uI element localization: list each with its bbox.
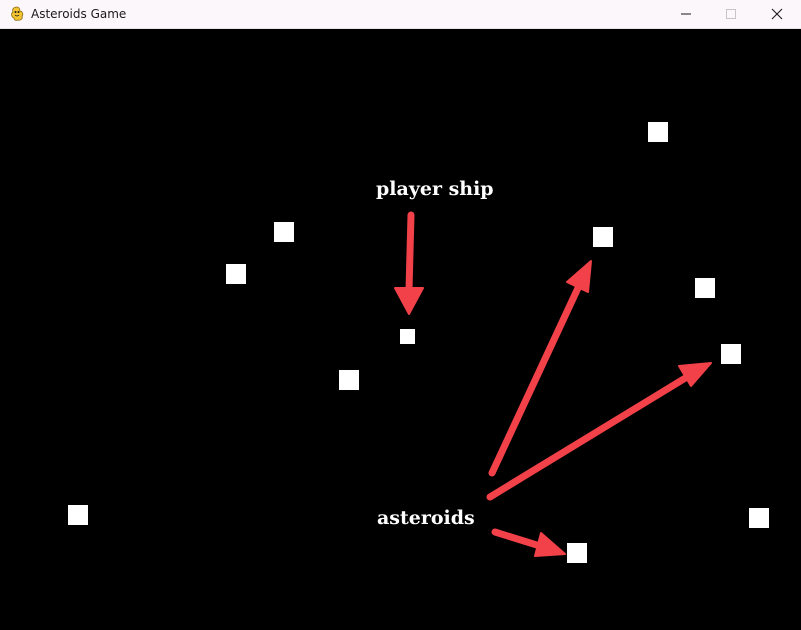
asteroid [593,227,613,247]
player-ship-label: player ship [376,178,494,200]
title-bar[interactable]: Asteroids Game [0,0,801,29]
asteroid [648,122,668,142]
asteroids-label: asteroids [377,507,475,529]
minimize-button[interactable] [663,0,709,28]
maximize-icon [726,9,736,19]
pygame-snake-icon [9,6,25,22]
asteroid [68,505,88,525]
minimize-icon [681,13,691,15]
player-ship [400,329,415,344]
asteroid [226,264,246,284]
close-button[interactable] [754,0,800,28]
close-icon [771,8,783,20]
asteroid [339,370,359,390]
asteroid [695,278,715,298]
asteroid [749,508,769,528]
maximize-button[interactable] [708,0,754,28]
game-window: Asteroids Game player ship asteroids [0,0,801,630]
asteroid [567,543,587,563]
asteroid [274,222,294,242]
window-title: Asteroids Game [31,7,127,21]
asteroid [721,344,741,364]
